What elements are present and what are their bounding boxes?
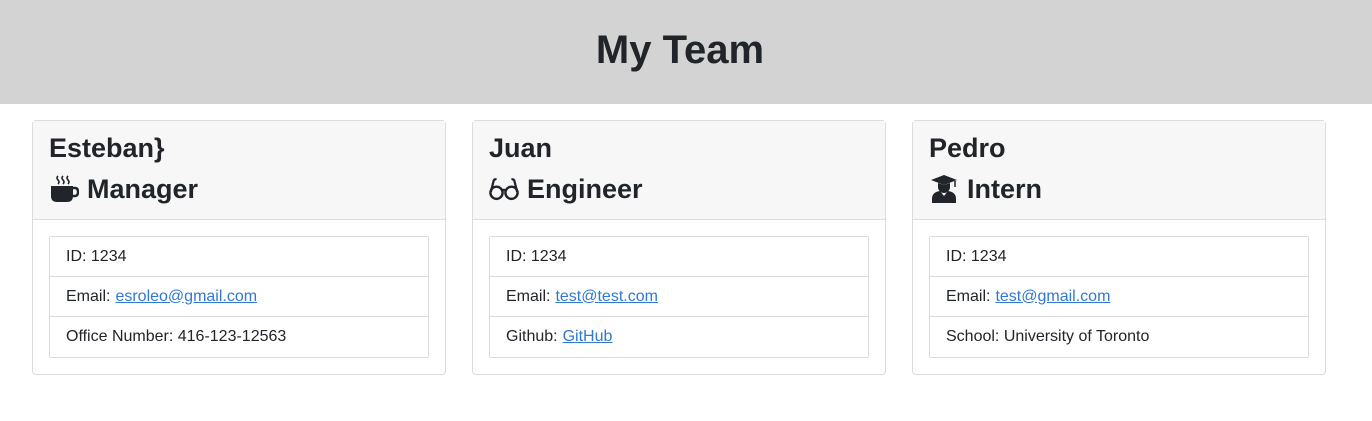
employee-name: Esteban} <box>49 133 165 163</box>
github-link[interactable]: GitHub <box>563 328 613 346</box>
role-label: Engineer <box>527 174 643 204</box>
email-item: Email: esroleo@gmail.com <box>50 277 428 317</box>
info-list: ID: 1234 Email: esroleo@gmail.com Office… <box>49 236 429 358</box>
intern-card: Pedro Intern ID: 1234 Email: test@gmail.… <box>912 120 1326 375</box>
glasses-icon <box>489 174 519 204</box>
email-label: Email: <box>66 287 111 305</box>
card-header: Pedro Intern <box>913 121 1325 220</box>
id-item: ID: 1234 <box>490 237 868 277</box>
email-item: Email: test@gmail.com <box>930 277 1308 317</box>
page-title: My Team <box>595 27 765 72</box>
email-link[interactable]: esroleo@gmail.com <box>115 288 257 306</box>
id-item: ID: 1234 <box>50 237 428 277</box>
email-link[interactable]: test@test.com <box>555 288 658 306</box>
card-header: Esteban} Manager <box>33 121 445 220</box>
info-list: ID: 1234 Email: test@test.com Github: Gi… <box>489 236 869 358</box>
coffee-mug-icon <box>49 174 79 204</box>
email-item: Email: test@test.com <box>490 277 868 317</box>
employee-role: Engineer <box>489 172 869 206</box>
email-label: Email: <box>506 287 551 305</box>
school-item: School: University of Toronto <box>946 328 1150 345</box>
page-header: My Team <box>0 0 1372 104</box>
card-header: Juan Engineer <box>473 121 885 220</box>
role-label: Manager <box>87 174 199 204</box>
employee-name: Juan <box>489 133 553 163</box>
github-item: Github: GitHub <box>490 317 868 357</box>
github-label: Github: <box>506 328 558 345</box>
office-number-item: Office Number: 416-123-12563 <box>66 328 287 345</box>
id-item: ID: 1234 <box>930 237 1308 277</box>
role-label: Intern <box>967 174 1043 204</box>
employee-role: Manager <box>49 172 429 206</box>
email-label: Email: <box>946 287 991 305</box>
employee-name: Pedro <box>929 133 1006 163</box>
engineer-card: Juan Engineer ID: 1234 Email: test@test.… <box>472 120 886 375</box>
manager-card: Esteban} Manager ID: 1234 Email: esroleo… <box>32 120 446 375</box>
info-list: ID: 1234 Email: test@gmail.com School: U… <box>929 236 1309 358</box>
email-link[interactable]: test@gmail.com <box>995 288 1110 306</box>
employee-role: Intern <box>929 172 1309 206</box>
graduate-icon <box>929 174 959 204</box>
